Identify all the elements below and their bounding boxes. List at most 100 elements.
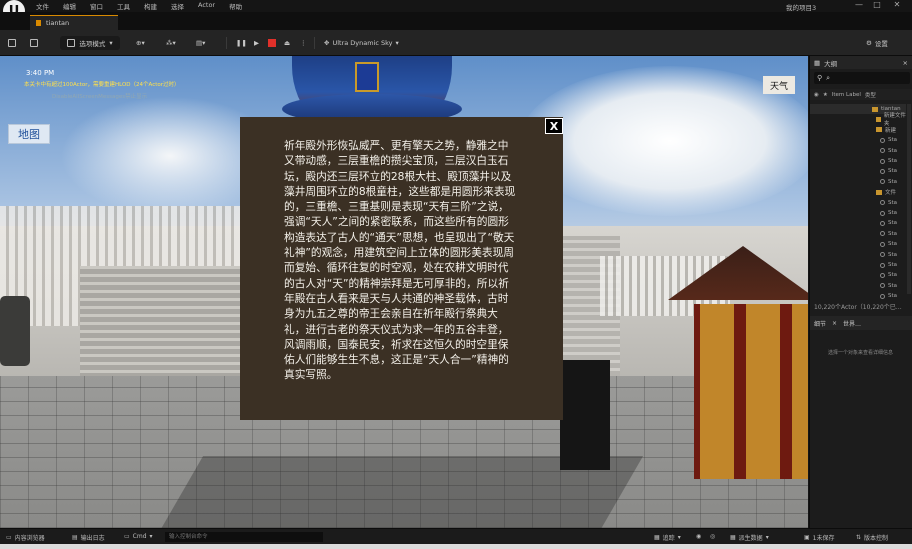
outliner-row[interactable]: Sta (810, 177, 906, 187)
outliner-row[interactable]: 新建文件夹 (810, 113, 906, 127)
source-control-label: 版本控制 (864, 535, 889, 542)
outliner-row[interactable]: Sta (810, 135, 906, 145)
pin-icon[interactable]: ★ (823, 92, 828, 98)
outliner-row[interactable]: Sta (810, 208, 906, 218)
project-name: 我的项目3 (786, 4, 817, 12)
derived-data-label: 派生数据 (738, 535, 763, 542)
outliner-row[interactable]: Sta (810, 166, 906, 176)
settings-button[interactable]: ⚙ 设置 (866, 36, 888, 50)
outliner-row[interactable]: 新建 (810, 125, 906, 135)
record-icon[interactable]: ◉ (696, 533, 701, 540)
menu-edit[interactable]: 编辑 (63, 1, 76, 11)
static-mesh-icon (880, 200, 885, 206)
static-mesh-icon (880, 168, 885, 174)
outliner-row-label: Sta (888, 282, 898, 289)
pause-icon[interactable]: ❚❚ (236, 36, 247, 50)
close-icon[interactable]: × (903, 59, 908, 67)
column-type[interactable]: 类型 (865, 91, 876, 99)
details-tabs: 细节 × 世界… (810, 316, 912, 330)
static-mesh-icon (880, 293, 885, 299)
level-icon (36, 20, 41, 26)
menu-file[interactable]: 文件 (36, 1, 49, 11)
output-log-button[interactable]: ▤ 输出日志 (72, 533, 105, 542)
step-icon[interactable]: ▶ (254, 36, 259, 50)
outliner-row[interactable]: Sta (810, 218, 906, 228)
blueprint-icon[interactable]: ⁂▾ (166, 36, 176, 50)
trace-label: 追踪 (662, 535, 675, 542)
filter-icon[interactable]: ⚲ (817, 74, 822, 82)
outliner-row[interactable]: Sta (810, 270, 906, 280)
mode-dropdown[interactable]: 选项模式 ▾ (60, 36, 120, 50)
map-button[interactable]: 地图 (8, 124, 50, 144)
save-icon[interactable] (8, 36, 16, 50)
capture-icon[interactable]: ◎ (710, 533, 715, 540)
outliner-row[interactable]: Sta (810, 156, 906, 166)
outliner-row-label: Sta (888, 137, 898, 144)
stop-icon[interactable] (268, 36, 276, 50)
outliner-icon: ▦ (814, 58, 821, 67)
tab-tiantan[interactable]: tiantan (30, 15, 118, 30)
outliner-search[interactable]: ⚲ ⌕ (814, 72, 910, 84)
outliner-title: 大纲 (824, 59, 838, 68)
tab-world-settings[interactable]: 世界… (843, 319, 861, 328)
menu-tools[interactable]: 工具 (117, 1, 130, 11)
derived-data-icon: ▦ (730, 534, 736, 541)
maximize-icon[interactable]: □ (870, 0, 884, 9)
outliner-row-label: Sta (888, 293, 898, 300)
tab-details[interactable]: 细节 (814, 319, 826, 328)
dialog-close-button[interactable]: X (545, 118, 563, 134)
outliner-row[interactable]: Sta (810, 250, 906, 260)
menu-build[interactable]: 构建 (144, 1, 157, 11)
minimize-icon[interactable]: — (852, 0, 866, 9)
content-icon[interactable] (30, 36, 38, 50)
static-mesh-icon (880, 262, 885, 268)
close-window-icon[interactable]: ✕ (890, 0, 904, 9)
cmd-dropdown[interactable]: ▭ Cmd ▾ (124, 533, 153, 540)
menu-help[interactable]: 帮助 (229, 1, 242, 11)
outliner-row[interactable]: Sta (810, 281, 906, 291)
menu-select[interactable]: 选择 (171, 1, 184, 11)
content-drawer-button[interactable]: ▭ 内容浏览器 (6, 533, 45, 542)
static-mesh-icon (880, 241, 885, 247)
mode-icon (67, 39, 76, 47)
close-icon[interactable]: × (832, 320, 837, 327)
cinematics-icon[interactable]: ▤▾ (196, 36, 205, 50)
weather-button[interactable]: 天气 (763, 76, 795, 94)
column-label[interactable]: Item Label (832, 92, 861, 98)
outliner-scrollbar[interactable] (907, 104, 911, 294)
taskbar-strip (0, 544, 912, 549)
eject-icon[interactable]: ⏏ (284, 36, 290, 50)
menu-actor[interactable]: Actor (198, 1, 215, 11)
hlod-warning: 本关卡中有超过100Actor，需要重建HLOD（24个Actor过时） (24, 82, 180, 88)
document-tab-row: tiantan (0, 12, 912, 30)
derived-data-button[interactable]: ▦ 派生数据 ▾ (730, 533, 769, 542)
play-options-icon[interactable]: ⋮ (300, 36, 307, 50)
unsaved-label: 1未保存 (812, 535, 835, 542)
outliner-row-label: Sta (888, 251, 898, 258)
chevron-down-icon: ▾ (149, 533, 153, 540)
static-mesh-icon (880, 252, 885, 258)
outliner-row-label: Sta (888, 178, 898, 185)
outliner-row[interactable]: Sta (810, 146, 906, 156)
unsaved-icon: ▣ (804, 534, 810, 541)
console-input[interactable] (165, 532, 323, 542)
visibility-icon[interactable]: ◉ (814, 92, 819, 98)
outliner-row[interactable]: Sta (810, 229, 906, 239)
static-mesh-icon (880, 220, 885, 226)
outliner-row[interactable]: 文件 (810, 187, 906, 197)
folder-icon (872, 106, 878, 112)
outliner-row[interactable]: Sta (810, 198, 906, 208)
outliner-row[interactable]: Sta (810, 260, 906, 270)
settings-label: 设置 (874, 40, 888, 48)
source-control-button[interactable]: ⇅ 版本控制 (856, 533, 888, 542)
chair (560, 360, 610, 470)
outliner-row[interactable]: Sta (810, 291, 906, 301)
static-mesh-icon (880, 158, 885, 164)
menu-window[interactable]: 窗口 (90, 1, 103, 11)
trace-button[interactable]: ▦ 追踪 ▾ (654, 533, 681, 542)
sky-dropdown[interactable]: ✥ Ultra Dynamic Sky ▾ (324, 36, 399, 50)
outliner-row[interactable]: Sta (810, 239, 906, 249)
folder-icon (876, 189, 882, 195)
add-actor-icon[interactable]: ⊕▾ (136, 36, 145, 50)
unsaved-button[interactable]: ▣ 1未保存 (804, 533, 835, 542)
